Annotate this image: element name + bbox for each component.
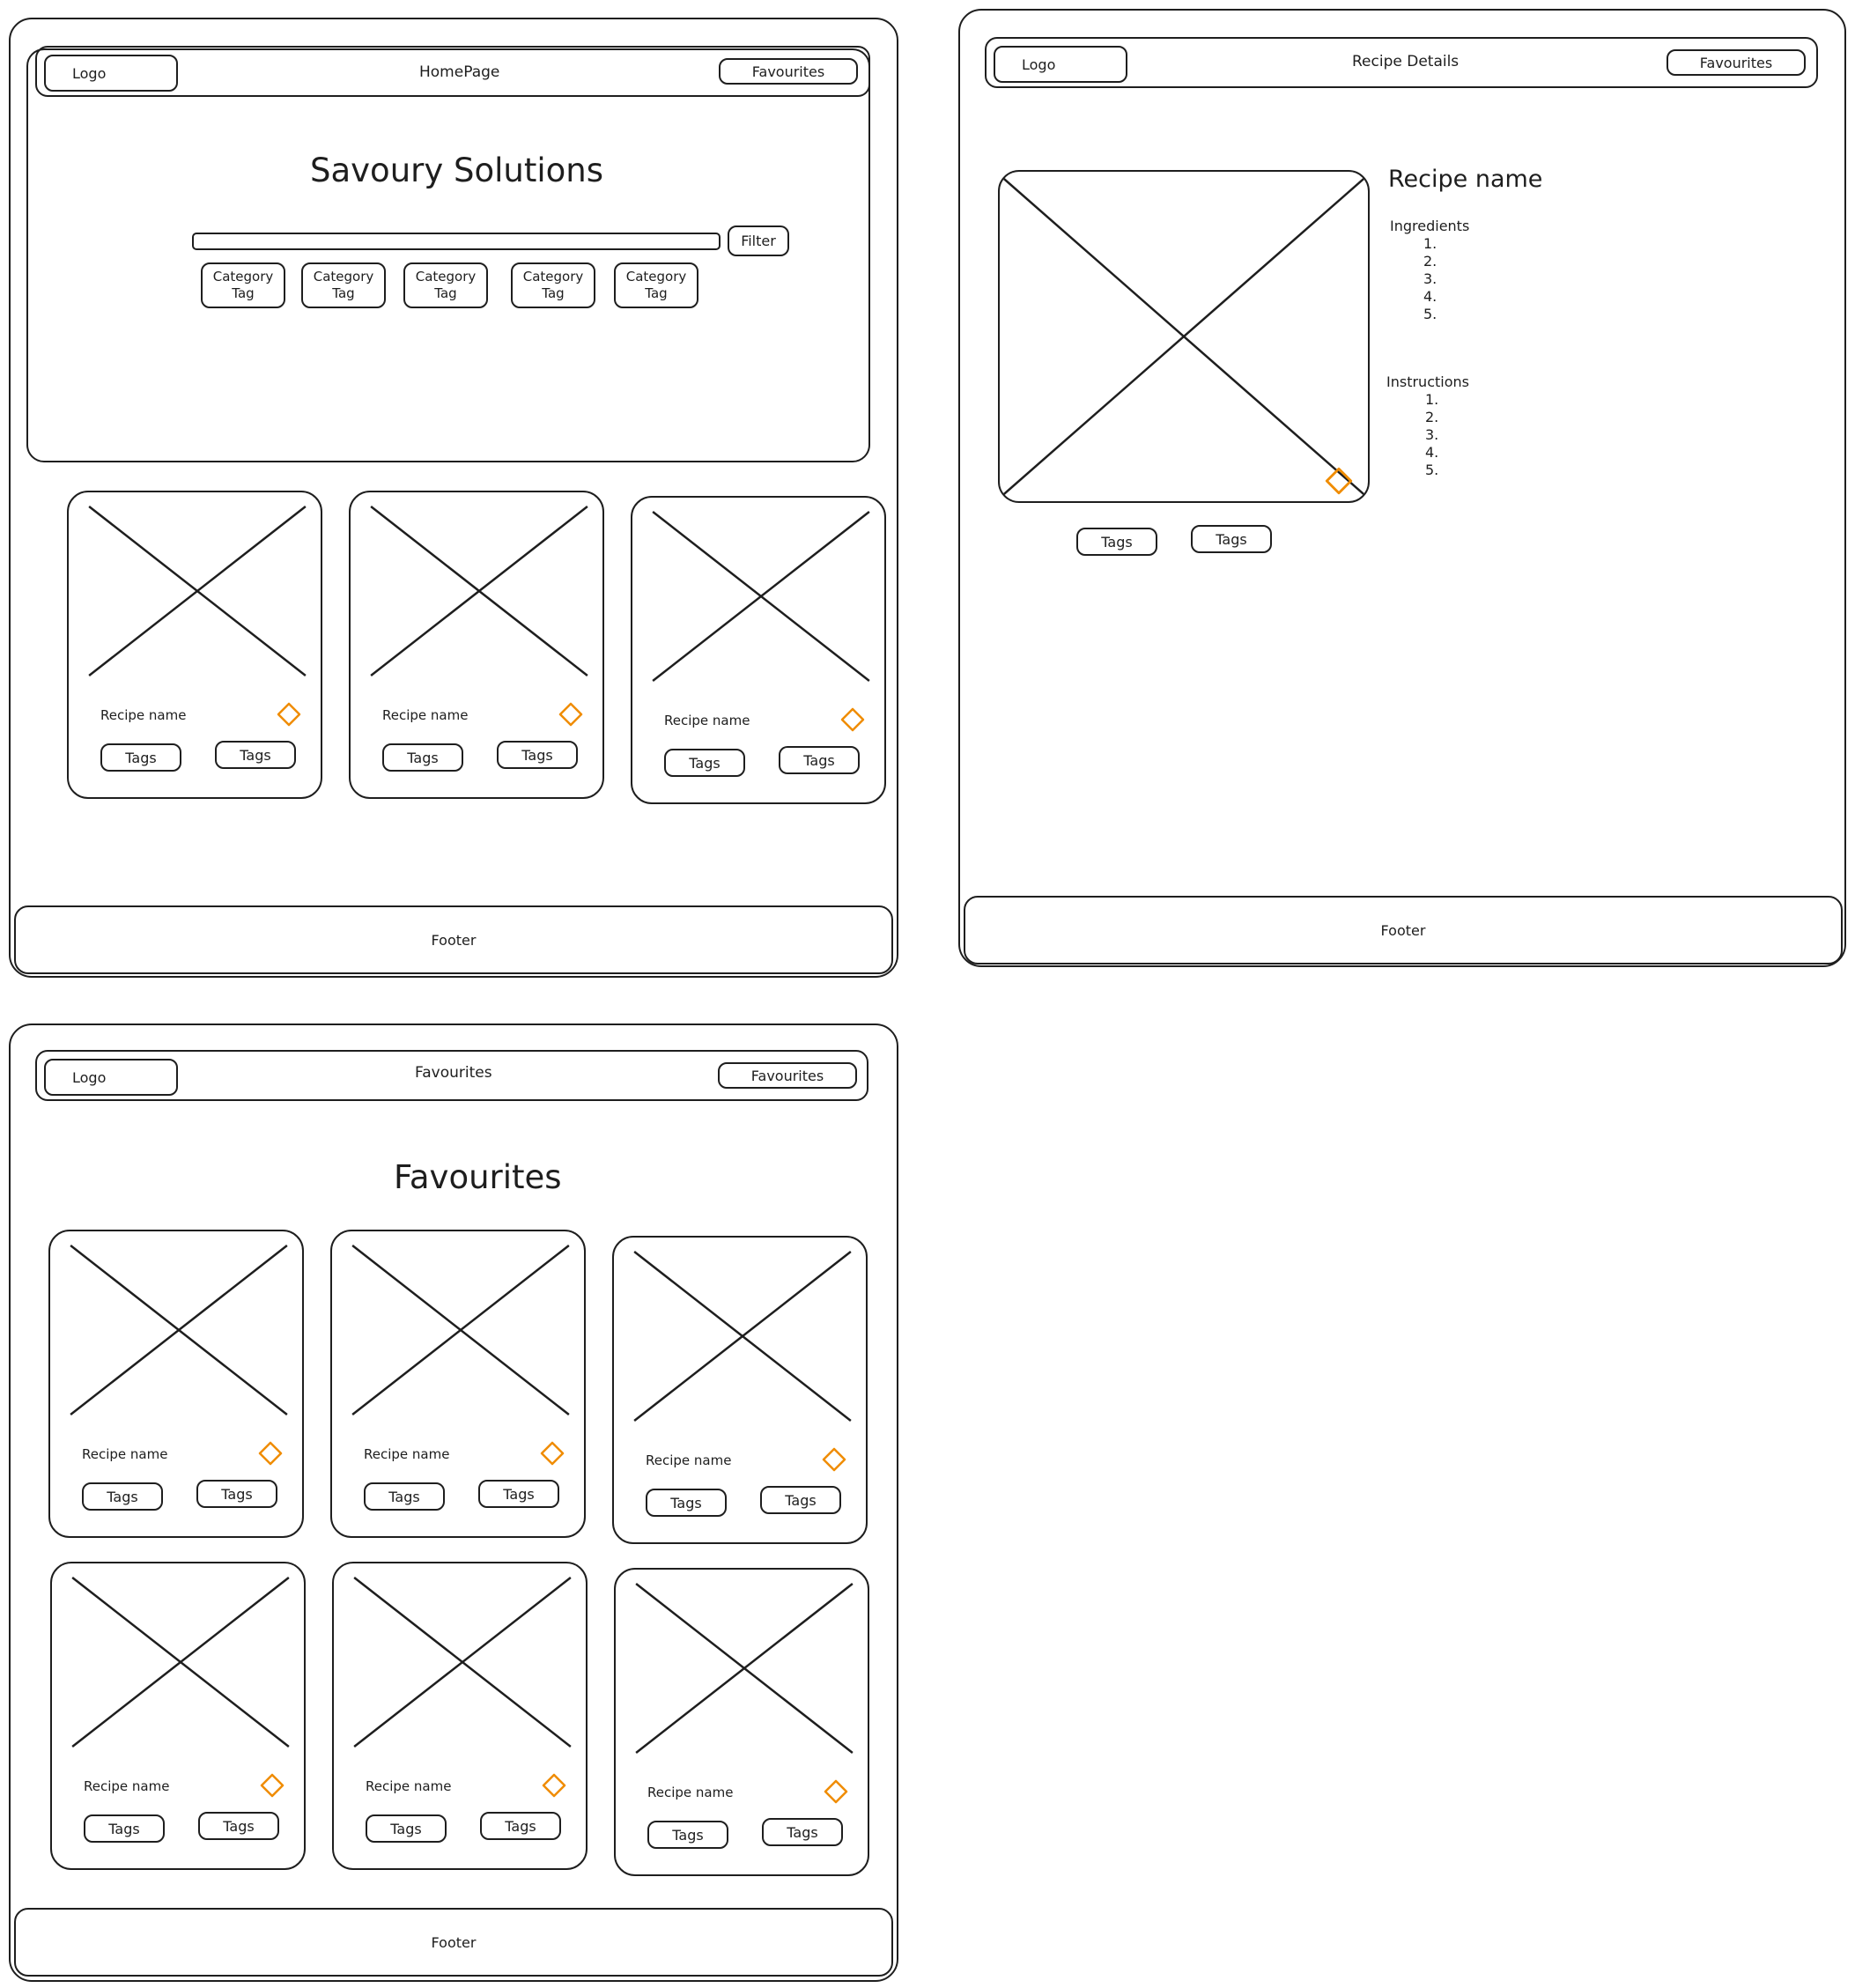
page-title: Favourites	[415, 1064, 492, 1082]
favourite-icon[interactable]	[822, 1447, 846, 1472]
favourites-nav-button[interactable]: Favourites	[718, 1062, 857, 1089]
recipe-name: Recipe name	[364, 1446, 450, 1462]
image-placeholder	[366, 503, 592, 679]
list-item: 2.	[1423, 253, 1437, 270]
recipe-image-placeholder	[998, 170, 1370, 503]
instructions-list: 1. 2. 3. 4. 5.	[1425, 391, 1438, 479]
page-title: Recipe Details	[1352, 53, 1460, 70]
tag-button[interactable]: Tags	[82, 1482, 163, 1511]
logo-button[interactable]: Logo	[44, 1059, 178, 1096]
recipe-card[interactable]: Recipe name Tags Tags	[48, 1230, 304, 1538]
list-item: 1.	[1423, 235, 1437, 252]
recipe-name: Recipe name	[84, 1778, 170, 1794]
tag-button[interactable]: Tags	[84, 1814, 165, 1843]
list-item: 5.	[1423, 306, 1437, 322]
category-tag-button[interactable]: Category Tag	[403, 262, 488, 308]
tag-button[interactable]: Tags	[497, 741, 578, 769]
list-item: 2.	[1425, 409, 1439, 425]
logo-button[interactable]: Logo	[994, 46, 1127, 83]
favourite-icon[interactable]	[840, 707, 865, 732]
ingredients-list: 1. 2. 3. 4. 5.	[1423, 235, 1437, 323]
favourite-icon[interactable]	[824, 1779, 848, 1804]
recipe-card[interactable]: Recipe name Tags Tags	[612, 1236, 868, 1544]
image-placeholder	[632, 1580, 857, 1756]
recipe-name: Recipe name	[382, 707, 469, 723]
list-item: 3.	[1425, 426, 1439, 443]
recipe-name: Recipe name	[100, 707, 187, 723]
category-tag-button[interactable]: Category Tag	[301, 262, 386, 308]
footer: Footer	[964, 896, 1843, 964]
tag-button[interactable]: Tags	[478, 1480, 559, 1508]
recipe-card[interactable]: Recipe name Tags Tags	[67, 491, 322, 799]
category-tag-button[interactable]: Category Tag	[614, 262, 698, 308]
tag-button[interactable]: Tags	[762, 1818, 843, 1846]
recipe-name: Recipe name	[646, 1452, 732, 1468]
recipe-card[interactable]: Recipe name Tags Tags	[332, 1562, 588, 1870]
recipe-name: Recipe name	[664, 713, 750, 728]
favourites-nav-button[interactable]: Favourites	[719, 58, 858, 85]
hero-title: Savoury Solutions	[310, 152, 604, 189]
favourite-icon[interactable]	[260, 1773, 285, 1798]
tag-button[interactable]: Tags	[1076, 528, 1157, 556]
recipe-card[interactable]: Recipe name Tags Tags	[631, 496, 886, 804]
tag-button[interactable]: Tags	[196, 1480, 277, 1508]
image-placeholder	[348, 1242, 573, 1418]
tag-button[interactable]: Tags	[760, 1486, 841, 1514]
favourite-icon[interactable]	[258, 1441, 283, 1466]
image-placeholder	[648, 508, 874, 684]
list-item: 4.	[1423, 288, 1437, 305]
recipe-card[interactable]: Recipe name Tags Tags	[50, 1562, 306, 1870]
instructions-label: Instructions	[1386, 373, 1469, 390]
image-placeholder	[630, 1248, 855, 1424]
favourite-icon[interactable]	[542, 1773, 566, 1798]
list-item: 1.	[1425, 391, 1439, 408]
favourite-icon[interactable]	[558, 702, 583, 727]
category-tag-button[interactable]: Category Tag	[201, 262, 285, 308]
ingredients-label: Ingredients	[1390, 218, 1470, 234]
image-placeholder	[66, 1242, 292, 1418]
tag-button[interactable]: Tags	[215, 741, 296, 769]
favourite-icon[interactable]	[540, 1441, 565, 1466]
favourite-icon[interactable]	[277, 702, 301, 727]
list-item: 3.	[1423, 270, 1437, 287]
favourite-icon[interactable]	[1325, 467, 1353, 495]
tag-button[interactable]: Tags	[198, 1812, 279, 1840]
footer: Footer	[14, 1908, 893, 1977]
footer: Footer	[14, 905, 893, 974]
page-title: HomePage	[419, 63, 500, 81]
recipe-name: Recipe name	[647, 1785, 734, 1800]
tag-button[interactable]: Tags	[366, 1814, 447, 1843]
recipe-card[interactable]: Recipe name Tags Tags	[349, 491, 604, 799]
search-input[interactable]	[192, 233, 721, 250]
tag-button[interactable]: Tags	[480, 1812, 561, 1840]
recipe-name: Recipe name	[82, 1446, 168, 1462]
filter-button[interactable]: Filter	[728, 225, 789, 256]
tag-button[interactable]: Tags	[647, 1821, 728, 1849]
recipe-name-heading: Recipe name	[1388, 166, 1543, 193]
image-placeholder	[68, 1574, 293, 1750]
tag-button[interactable]: Tags	[779, 746, 860, 774]
image-placeholder	[85, 503, 310, 679]
recipe-card[interactable]: Recipe name Tags Tags	[614, 1568, 869, 1876]
recipe-name: Recipe name	[366, 1778, 452, 1794]
recipe-card[interactable]: Recipe name Tags Tags	[330, 1230, 586, 1538]
favourites-heading: Favourites	[394, 1158, 562, 1196]
tag-button[interactable]: Tags	[1191, 525, 1272, 553]
tag-button[interactable]: Tags	[382, 743, 463, 772]
logo-button[interactable]: Logo	[44, 55, 178, 92]
tag-button[interactable]: Tags	[664, 749, 745, 777]
image-placeholder	[350, 1574, 575, 1750]
list-item: 4.	[1425, 444, 1439, 461]
favourites-nav-button[interactable]: Favourites	[1667, 49, 1806, 76]
list-item: 5.	[1425, 462, 1439, 478]
tag-button[interactable]: Tags	[646, 1489, 727, 1517]
tag-button[interactable]: Tags	[100, 743, 181, 772]
tag-button[interactable]: Tags	[364, 1482, 445, 1511]
category-tag-button[interactable]: Category Tag	[511, 262, 595, 308]
